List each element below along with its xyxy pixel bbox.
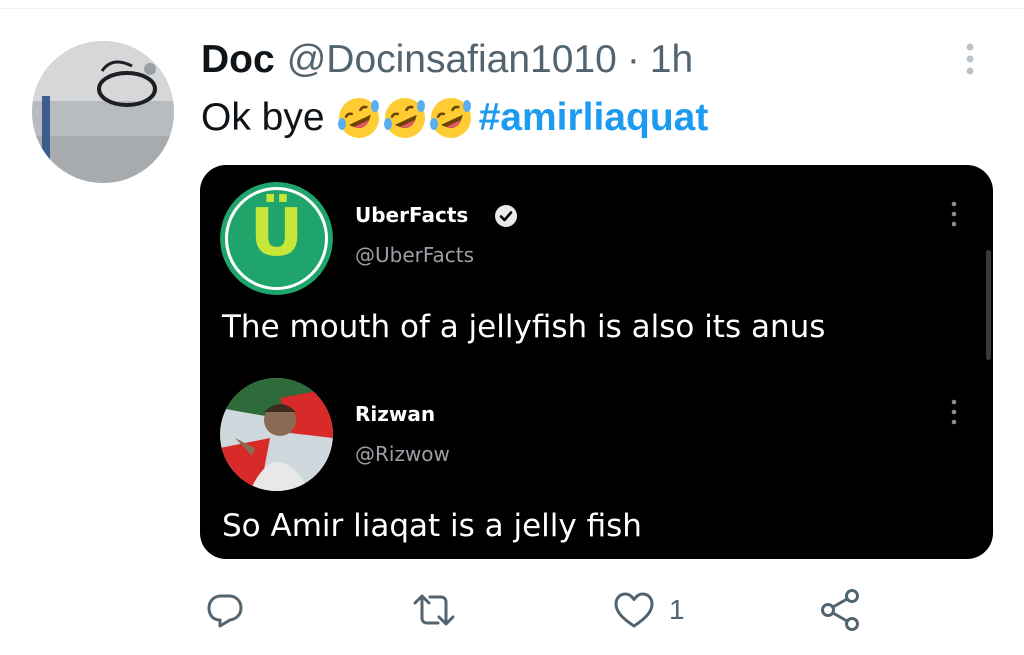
retweet-icon (413, 594, 455, 626)
top-divider (0, 8, 1024, 9)
scrollbar (986, 250, 991, 360)
tweet-header: Doc @Docinsafian1010 · 1h (201, 38, 693, 82)
post-more-icon (951, 399, 957, 425)
rolling-on-floor-laughing-emoji (337, 98, 379, 138)
rolling-on-floor-laughing-emoji (383, 98, 425, 138)
like-button[interactable]: 1 (613, 585, 685, 635)
verified-badge-icon (495, 205, 517, 227)
uberfacts-avatar: Ü (220, 182, 333, 295)
post-more-icon (951, 201, 957, 227)
like-count: 1 (669, 594, 685, 625)
share-icon (821, 589, 859, 631)
tweet-text: Ok bye #amirliaquat (201, 96, 708, 140)
tweet-time[interactable]: 1h (650, 38, 693, 82)
share-button[interactable] (819, 585, 861, 635)
uberfacts-post-text: The mouth of a jellyfish is also its anu… (222, 309, 826, 345)
reply-icon (207, 594, 243, 628)
author-avatar[interactable] (32, 41, 174, 183)
uberfacts-logo-letter: Ü (249, 194, 304, 271)
rizwan-avatar (220, 378, 333, 491)
tweet-actions: 1 (0, 585, 1024, 645)
retweet-button[interactable] (412, 585, 456, 635)
uberfacts-name: UberFacts (355, 203, 469, 227)
rizwan-post-text: So Amir liaqat is a jelly fish (222, 508, 642, 544)
rizwan-name: Rizwan (355, 402, 436, 426)
attached-image[interactable]: Ü UberFacts @UberFacts The mouth of a je… (200, 165, 993, 559)
author-handle[interactable]: @Docinsafian1010 (287, 38, 617, 82)
uberfacts-handle: @UberFacts (355, 243, 475, 267)
heart-icon (614, 592, 654, 628)
hashtag-link[interactable]: #amirliaquat (479, 96, 709, 140)
separator-dot: · (626, 38, 640, 81)
rolling-on-floor-laughing-emoji (429, 98, 471, 138)
rizwan-handle: @Rizwow (355, 442, 450, 466)
author-name[interactable]: Doc (201, 38, 275, 82)
tweet-text-prefix: Ok bye (201, 96, 325, 139)
reply-button[interactable] (205, 585, 245, 635)
more-options-icon[interactable] (956, 40, 984, 80)
